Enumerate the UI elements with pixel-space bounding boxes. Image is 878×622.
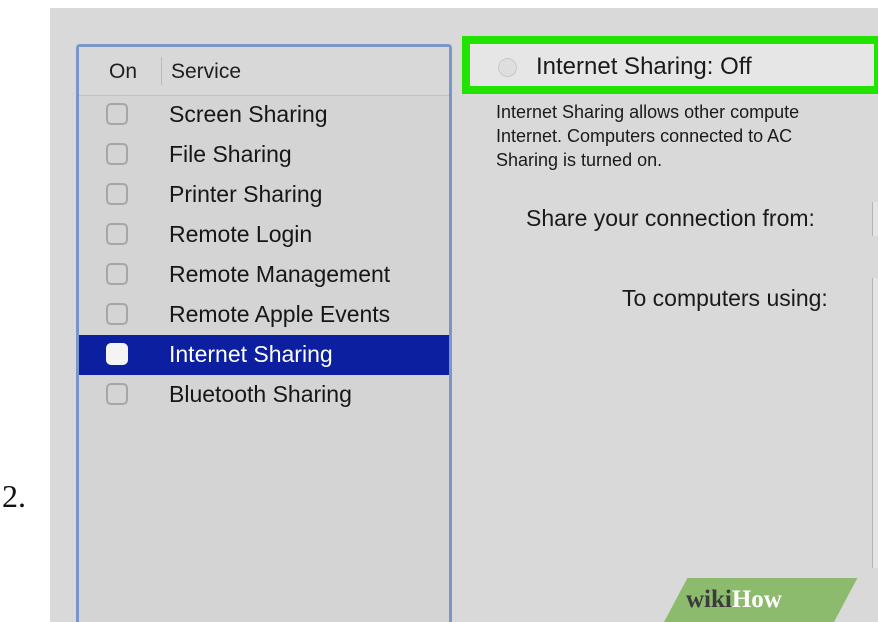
service-row-file-sharing[interactable]: File Sharing xyxy=(79,135,449,175)
service-label: Printer Sharing xyxy=(169,181,323,207)
service-checkbox[interactable] xyxy=(106,263,128,285)
column-header-on[interactable]: On xyxy=(109,60,137,84)
service-checkbox[interactable] xyxy=(106,343,128,365)
wikihow-logo-wiki: wiki xyxy=(686,586,732,613)
service-checkbox[interactable] xyxy=(106,103,128,125)
service-row-printer-sharing[interactable]: Printer Sharing xyxy=(79,175,449,215)
service-label: File Sharing xyxy=(169,141,292,167)
internet-sharing-status-highlight: Internet Sharing: Off xyxy=(462,36,878,94)
description-line: Sharing is turned on. xyxy=(496,150,663,170)
service-label: Remote Login xyxy=(169,221,313,247)
status-indicator-icon xyxy=(498,58,517,77)
service-checkbox[interactable] xyxy=(106,143,128,165)
service-row-screen-sharing[interactable]: Screen Sharing xyxy=(79,95,449,135)
service-checkbox[interactable] xyxy=(106,183,128,205)
ports-list[interactable] xyxy=(872,278,878,568)
service-label: Internet Sharing xyxy=(169,341,333,367)
share-connection-from-popup[interactable] xyxy=(872,202,878,236)
description-line: Internet. Computers connected to AC xyxy=(496,126,793,146)
share-connection-from-label: Share your connection from: xyxy=(526,205,815,231)
step-number: 2. xyxy=(2,478,26,514)
service-rows: Screen Sharing File Sharing Printer Shar… xyxy=(79,95,449,415)
description-line: Internet Sharing allows other compute xyxy=(496,102,800,122)
service-row-internet-sharing[interactable]: Internet Sharing xyxy=(79,335,449,375)
wikihow-logo: wikiHow xyxy=(686,586,782,614)
internet-sharing-description: Internet Sharing allows other compute In… xyxy=(496,100,876,172)
service-checkbox[interactable] xyxy=(106,303,128,325)
service-row-remote-login[interactable]: Remote Login xyxy=(79,215,449,255)
wikihow-logo-how: How xyxy=(731,586,782,613)
sharing-preferences-screenshot: On Service Screen Sharing File Sharing P… xyxy=(50,8,878,622)
service-checkbox[interactable] xyxy=(106,383,128,405)
page: 2. On Service Screen Sharing File Sharin… xyxy=(0,0,878,622)
service-label: Screen Sharing xyxy=(169,101,328,127)
service-label: Remote Apple Events xyxy=(169,301,391,327)
service-row-bluetooth-sharing[interactable]: Bluetooth Sharing xyxy=(79,375,449,415)
service-row-remote-apple-events[interactable]: Remote Apple Events xyxy=(79,295,449,335)
services-list-header: On Service xyxy=(79,47,449,96)
internet-sharing-status: Internet Sharing: Off xyxy=(536,53,752,80)
column-divider xyxy=(161,57,162,85)
to-computers-using-label: To computers using: xyxy=(622,285,828,311)
column-header-service[interactable]: Service xyxy=(171,60,241,84)
service-label: Bluetooth Sharing xyxy=(169,381,352,407)
service-row-remote-management[interactable]: Remote Management xyxy=(79,255,449,295)
services-list: On Service Screen Sharing File Sharing P… xyxy=(76,44,452,622)
service-label: Remote Management xyxy=(169,261,391,287)
service-checkbox[interactable] xyxy=(106,223,128,245)
